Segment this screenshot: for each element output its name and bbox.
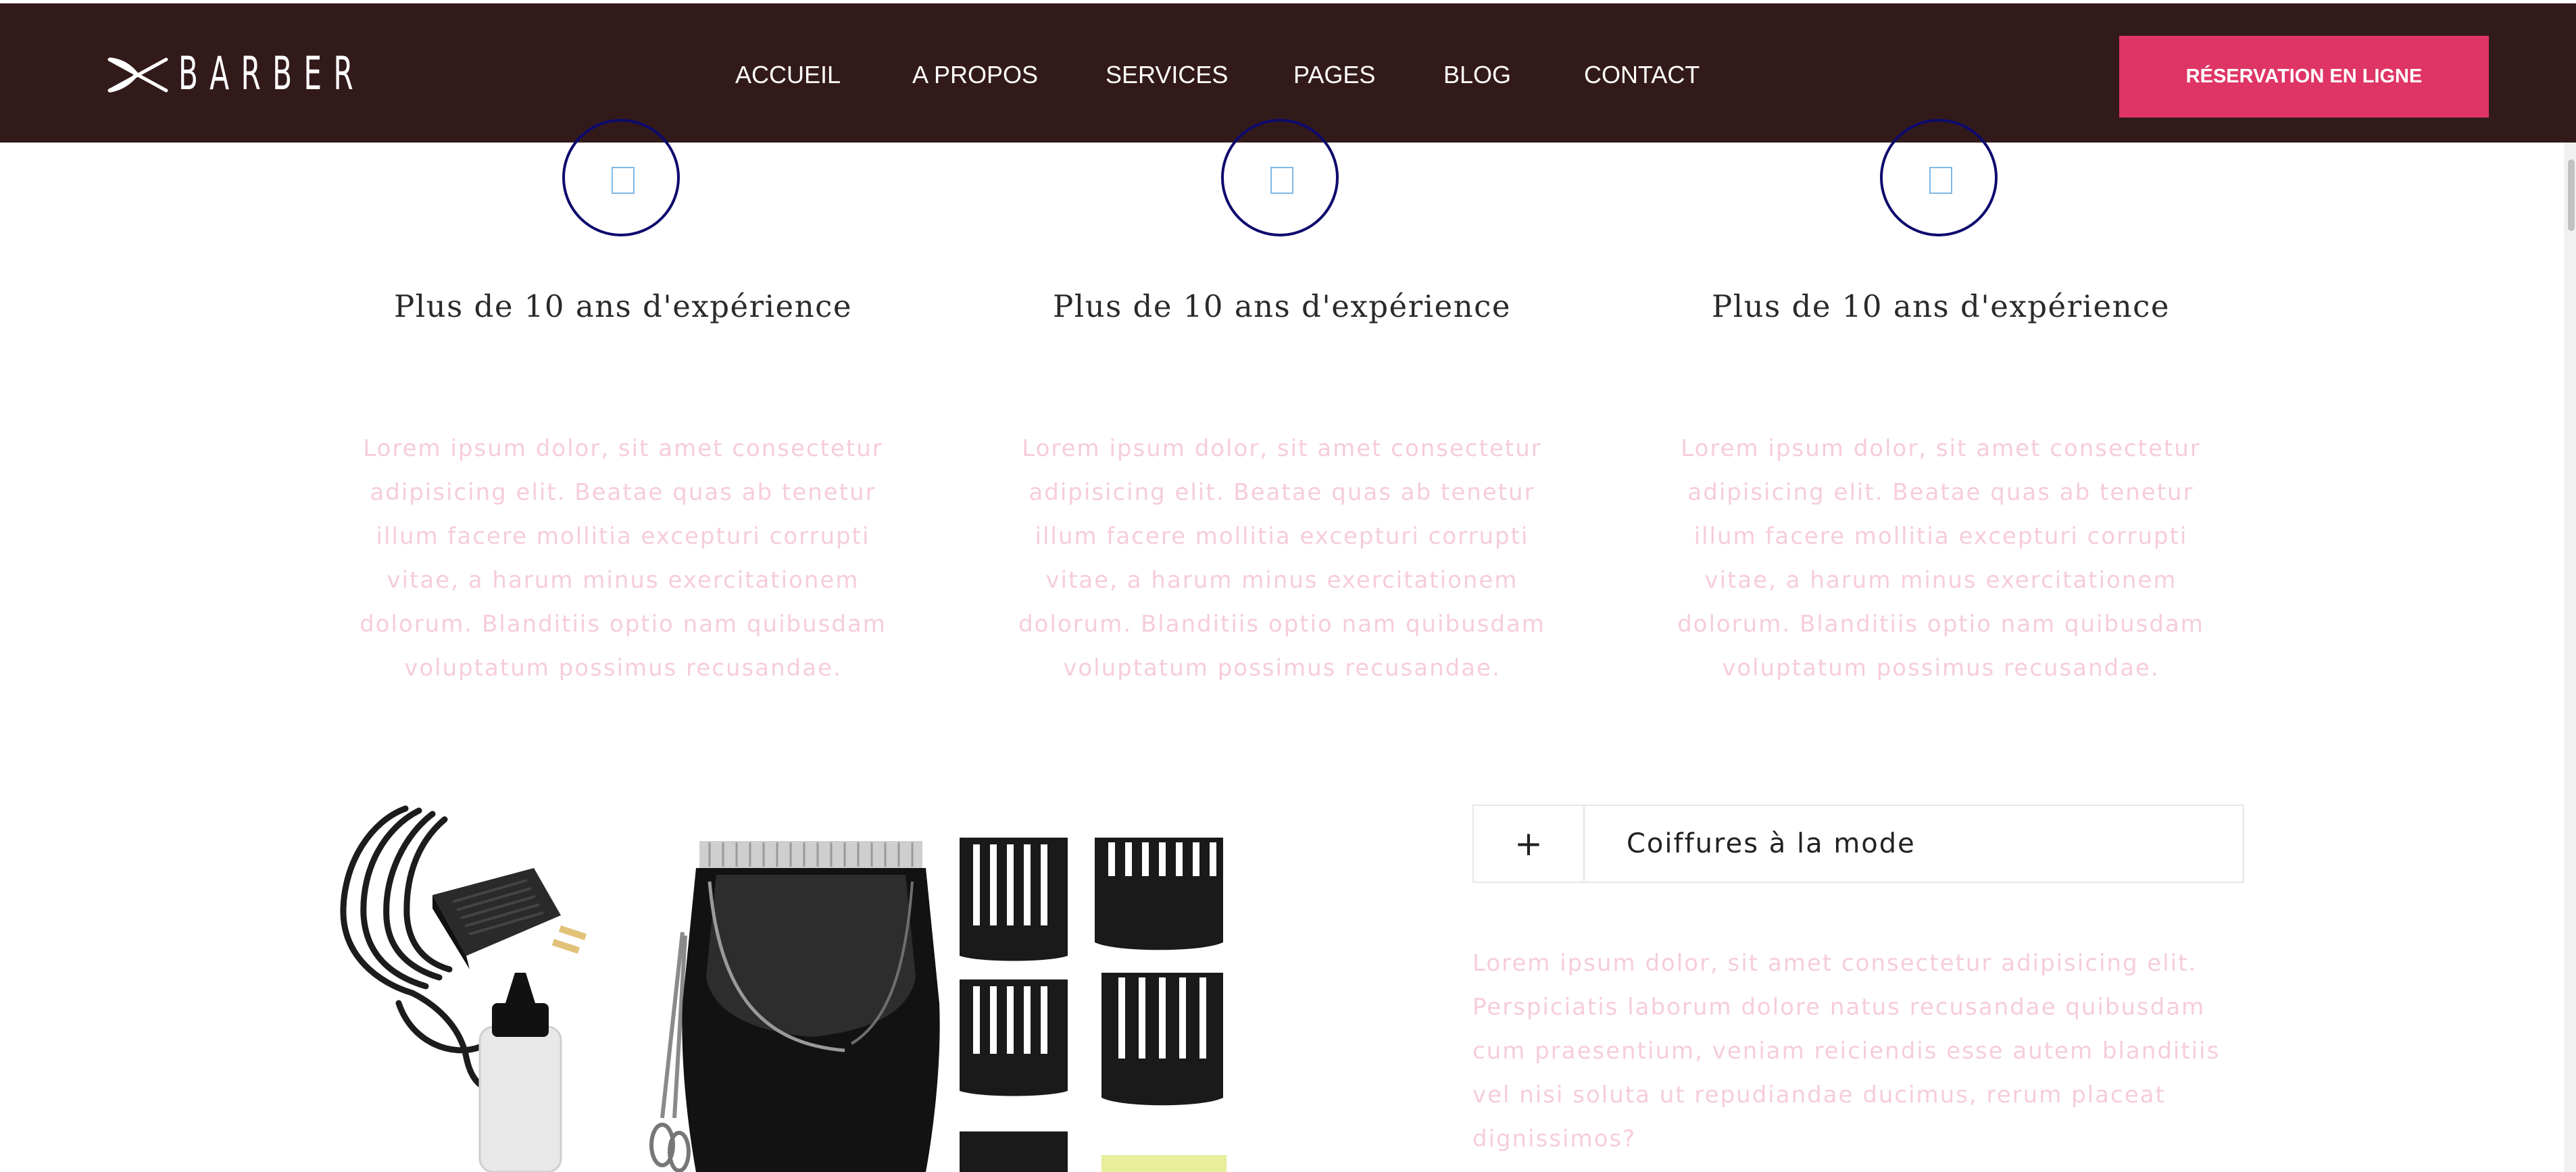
feature-title: Plus de 10 ans d'expérience	[1052, 288, 1512, 324]
feature-description: Lorem ipsum dolor, sit amet consectetur …	[360, 435, 887, 682]
hair-clipper-kit-image	[331, 800, 1237, 1172]
accordion-body: Lorem ipsum dolor, sit amet consectetur …	[1472, 950, 2221, 1152]
guard-combs	[960, 838, 1227, 1172]
feature-description: Lorem ipsum dolor, sit amet consectetur …	[1677, 435, 2204, 682]
missing-glyph-icon	[1929, 167, 1952, 194]
nav-item-contact[interactable]: CONTACT	[1584, 60, 1700, 90]
nav-item-blog[interactable]: BLOG	[1443, 60, 1511, 90]
accordion-header[interactable]: + Coiffures à la mode	[1472, 805, 2244, 883]
feature-icon-circle	[1880, 119, 1998, 236]
page-scrollbar[interactable]	[2564, 143, 2576, 1172]
online-booking-button[interactable]: RÉSERVATION EN LIGNE	[2119, 36, 2489, 118]
nav-item-pages[interactable]: PAGES	[1293, 60, 1375, 90]
nav-item-services[interactable]: SERVICES	[1106, 60, 1228, 90]
feature-icon-circle	[562, 119, 680, 236]
site-logo[interactable]: BARBER	[107, 51, 479, 98]
brand-name: BARBER	[178, 47, 366, 101]
plus-icon[interactable]: +	[1474, 806, 1583, 882]
feature-title: Plus de 10 ans d'expérience	[393, 288, 853, 324]
scissors-logo-icon	[107, 57, 168, 93]
nav-item-accueil[interactable]: ACCUEIL	[735, 60, 841, 90]
missing-glyph-icon	[1270, 167, 1293, 194]
power-adapter	[432, 868, 587, 969]
accordion-title[interactable]: Coiffures à la mode	[1627, 806, 1916, 882]
feature-title: Plus de 10 ans d'expérience	[1711, 288, 2171, 324]
feature-description: Lorem ipsum dolor, sit amet consectetur …	[1018, 435, 1545, 682]
nav-item-a-propos[interactable]: A PROPOS	[912, 60, 1038, 90]
scrollbar-thumb[interactable]	[2568, 159, 2575, 231]
missing-glyph-icon	[612, 167, 635, 194]
feature-icon-circle	[1221, 119, 1339, 236]
clipper-kit-illustration	[340, 805, 1227, 1172]
oil-bottle	[478, 973, 562, 1172]
clipper-body	[682, 841, 940, 1172]
accordion-toggle-cell[interactable]: +	[1474, 806, 1585, 882]
